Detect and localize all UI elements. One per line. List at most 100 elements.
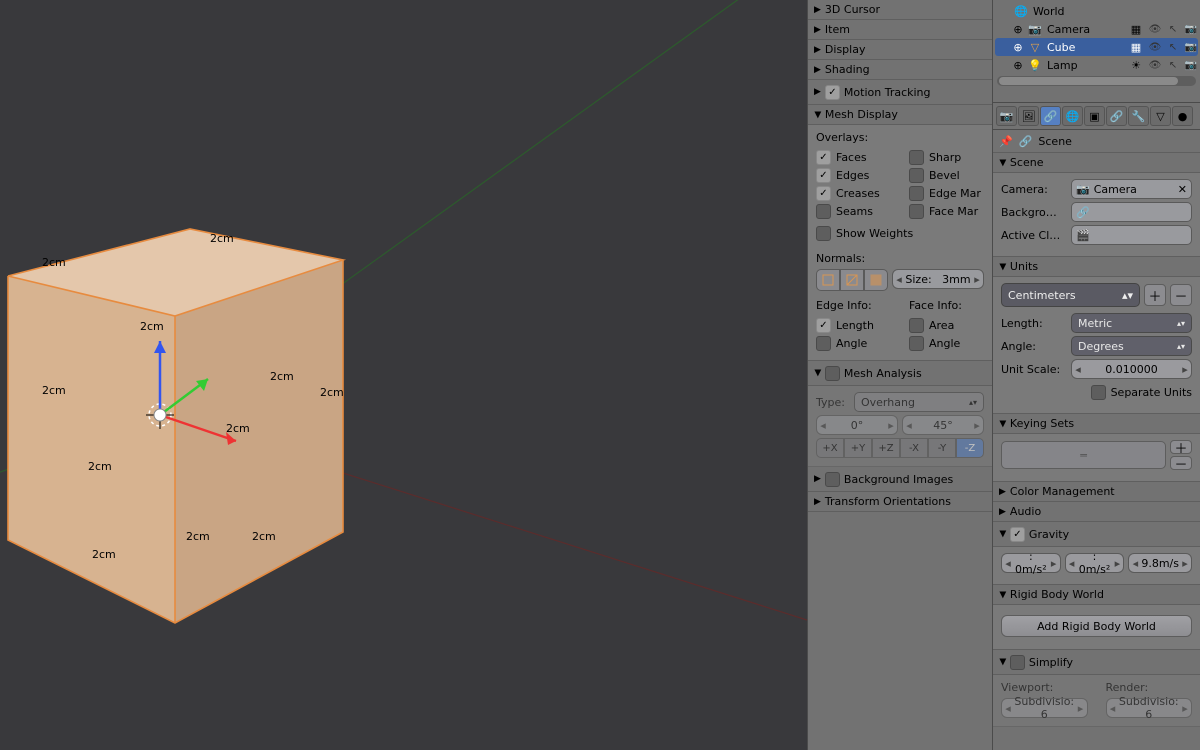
panel-mesh-display[interactable]: ▶Mesh Display bbox=[808, 105, 992, 125]
outliner[interactable]: 🌐 World ⊕ 📷 Camera ▦ 👁 ↖ 📷 ⊕ ▽ Cube ▦ 👁 … bbox=[993, 0, 1200, 103]
preset-add-button[interactable]: ＋ bbox=[1144, 284, 1166, 306]
axis-negy-button[interactable]: -Y bbox=[928, 438, 956, 458]
outliner-item-world[interactable]: 🌐 World bbox=[995, 2, 1198, 20]
panel-transform-orientations[interactable]: ▶Transform Orientations bbox=[808, 492, 992, 512]
camera-field[interactable]: 📷Camera✕ bbox=[1071, 179, 1192, 199]
panel-units[interactable]: ▶Units bbox=[993, 257, 1200, 277]
analysis-type-dropdown[interactable]: Overhang▴▾ bbox=[854, 392, 984, 412]
overlay-facemark-checkbox[interactable]: Face Mar bbox=[909, 202, 984, 220]
keyingset-add-button[interactable]: ＋ bbox=[1170, 440, 1192, 454]
gravity-z-field[interactable]: ◂9.8m/s▸ bbox=[1128, 553, 1192, 573]
visibility-icon[interactable]: 👁 bbox=[1148, 60, 1162, 71]
panel-scene[interactable]: ▶Scene bbox=[993, 153, 1200, 173]
overlay-seams-checkbox[interactable]: Seams bbox=[816, 202, 891, 220]
axis-posx-button[interactable]: +X bbox=[816, 438, 844, 458]
motion-tracking-checkbox[interactable] bbox=[825, 83, 840, 101]
mesh-analysis-checkbox[interactable] bbox=[825, 364, 840, 382]
panel-color-management[interactable]: ▶Color Management bbox=[993, 482, 1200, 502]
length-dropdown[interactable]: Metric▴▾ bbox=[1071, 313, 1192, 333]
mesh-data-icon[interactable]: ▦ bbox=[1128, 39, 1144, 55]
tab-material-icon[interactable]: ● bbox=[1172, 106, 1193, 126]
panel-gravity[interactable]: ▶Gravity bbox=[993, 522, 1200, 547]
activeclip-field[interactable]: 🎬 bbox=[1071, 225, 1192, 245]
outliner-item-camera[interactable]: ⊕ 📷 Camera ▦ 👁 ↖ 📷 bbox=[995, 20, 1198, 38]
panel-audio[interactable]: ▶Audio bbox=[993, 502, 1200, 522]
tab-object-icon[interactable]: ▣ bbox=[1084, 106, 1105, 126]
edgeinfo-length-checkbox[interactable]: Length bbox=[816, 316, 891, 334]
axis-posy-button[interactable]: +Y bbox=[844, 438, 872, 458]
simplify-viewport-subdiv-field[interactable]: ◂Subdivisio: 6▸ bbox=[1001, 698, 1088, 718]
tab-world-icon[interactable]: 🌐 bbox=[1062, 106, 1083, 126]
keyingset-remove-button[interactable]: － bbox=[1170, 456, 1192, 470]
angle-dropdown[interactable]: Degrees▴▾ bbox=[1071, 336, 1192, 356]
axis-negz-button[interactable]: -Z bbox=[956, 438, 984, 458]
selectable-icon[interactable]: ↖ bbox=[1166, 42, 1180, 53]
faceinfo-angle-checkbox[interactable]: Angle bbox=[909, 334, 984, 352]
visibility-icon[interactable]: 👁 bbox=[1148, 42, 1162, 53]
show-weights-checkbox[interactable]: Show Weights bbox=[816, 224, 984, 242]
decrease-icon[interactable]: ◂ bbox=[893, 273, 905, 286]
increase-icon[interactable]: ▸ bbox=[971, 273, 983, 286]
camera-data-icon[interactable]: ▦ bbox=[1128, 21, 1144, 37]
panel-3d-cursor[interactable]: ▶3D Cursor bbox=[808, 0, 992, 20]
visibility-icon[interactable]: 👁 bbox=[1148, 24, 1162, 35]
analysis-max-field[interactable]: ◂45°▸ bbox=[902, 415, 984, 435]
normals-face-icon[interactable] bbox=[864, 269, 888, 291]
outliner-item-lamp[interactable]: ⊕ 💡 Lamp ☀ 👁 ↖ 📷 bbox=[995, 56, 1198, 74]
increase-icon[interactable]: ▸ bbox=[1179, 363, 1191, 376]
expand-icon[interactable]: ⊕ bbox=[1013, 59, 1023, 72]
overlay-creases-checkbox[interactable]: Creases bbox=[816, 184, 891, 202]
selectable-icon[interactable]: ↖ bbox=[1166, 60, 1180, 71]
gravity-x-field[interactable]: ◂: 0m/s²▸ bbox=[1001, 553, 1061, 573]
viewport-3d[interactable]: 2cm 2cm 2cm 2cm 2cm 2cm 2cm 2cm 2cm 2cm … bbox=[0, 0, 807, 750]
simplify-render-subdiv-field[interactable]: ◂Subdivisio: 6▸ bbox=[1106, 698, 1193, 718]
outliner-scrollbar[interactable] bbox=[997, 76, 1196, 86]
normals-split-icon[interactable] bbox=[840, 269, 864, 291]
overlay-edgemark-checkbox[interactable]: Edge Mar bbox=[909, 184, 984, 202]
axis-negx-button[interactable]: -X bbox=[900, 438, 928, 458]
separate-units-checkbox[interactable]: Separate Units bbox=[1091, 383, 1192, 401]
pin-icon[interactable]: 📌 bbox=[999, 135, 1013, 148]
background-field[interactable]: 🔗 bbox=[1071, 202, 1192, 222]
lamp-data-icon[interactable]: ☀ bbox=[1128, 57, 1144, 73]
selectable-icon[interactable]: ↖ bbox=[1166, 24, 1180, 35]
panel-shading[interactable]: ▶Shading bbox=[808, 60, 992, 80]
bgimg-checkbox[interactable] bbox=[825, 470, 840, 488]
panel-simplify[interactable]: ▶Simplify bbox=[993, 650, 1200, 675]
add-rigid-body-world-button[interactable]: Add Rigid Body World bbox=[1001, 615, 1192, 637]
panel-item[interactable]: ▶Item bbox=[808, 20, 992, 40]
gravity-checkbox[interactable] bbox=[1010, 525, 1025, 543]
tab-scene-icon[interactable]: 🔗 bbox=[1040, 106, 1061, 126]
keying-sets-list[interactable]: ═ bbox=[1001, 441, 1166, 469]
normals-vertex-icon[interactable] bbox=[816, 269, 840, 291]
renderable-icon[interactable]: 📷 bbox=[1184, 42, 1198, 53]
analysis-min-field[interactable]: ◂0°▸ bbox=[816, 415, 898, 435]
axis-posz-button[interactable]: +Z bbox=[872, 438, 900, 458]
preset-remove-button[interactable]: － bbox=[1170, 284, 1192, 306]
tab-data-icon[interactable]: ▽ bbox=[1150, 106, 1171, 126]
unitscale-field[interactable]: ◂0.010000▸ bbox=[1071, 359, 1192, 379]
simplify-checkbox[interactable] bbox=[1010, 653, 1025, 671]
panel-keying-sets[interactable]: ▶Keying Sets bbox=[993, 414, 1200, 434]
panel-rigid-body-world[interactable]: ▶Rigid Body World bbox=[993, 585, 1200, 605]
unit-preset-dropdown[interactable]: Centimeters▴▾ bbox=[1001, 283, 1140, 307]
faceinfo-area-checkbox[interactable]: Area bbox=[909, 316, 984, 334]
edgeinfo-angle-checkbox[interactable]: Angle bbox=[816, 334, 891, 352]
tab-render-icon[interactable]: 📷 bbox=[996, 106, 1017, 126]
panel-motion-tracking[interactable]: ▶Motion Tracking bbox=[808, 80, 992, 105]
renderable-icon[interactable]: 📷 bbox=[1184, 60, 1198, 71]
expand-icon[interactable]: ⊕ bbox=[1013, 41, 1023, 54]
overlay-edges-checkbox[interactable]: Edges bbox=[816, 166, 891, 184]
overlay-sharp-checkbox[interactable]: Sharp bbox=[909, 148, 984, 166]
renderable-icon[interactable]: 📷 bbox=[1184, 24, 1198, 35]
panel-display[interactable]: ▶Display bbox=[808, 40, 992, 60]
panel-mesh-analysis[interactable]: ▶Mesh Analysis bbox=[808, 361, 992, 386]
tab-modifiers-icon[interactable]: 🔧 bbox=[1128, 106, 1149, 126]
gravity-y-field[interactable]: ◂: 0m/s²▸ bbox=[1065, 553, 1125, 573]
panel-background-images[interactable]: ▶Background Images bbox=[808, 467, 992, 492]
overlay-bevel-checkbox[interactable]: Bevel bbox=[909, 166, 984, 184]
clear-icon[interactable]: ✕ bbox=[1178, 183, 1187, 196]
tab-renderlayers-icon[interactable]: 🖼 bbox=[1018, 106, 1039, 126]
expand-icon[interactable]: ⊕ bbox=[1013, 23, 1023, 36]
tab-constraints-icon[interactable]: 🔗 bbox=[1106, 106, 1127, 126]
